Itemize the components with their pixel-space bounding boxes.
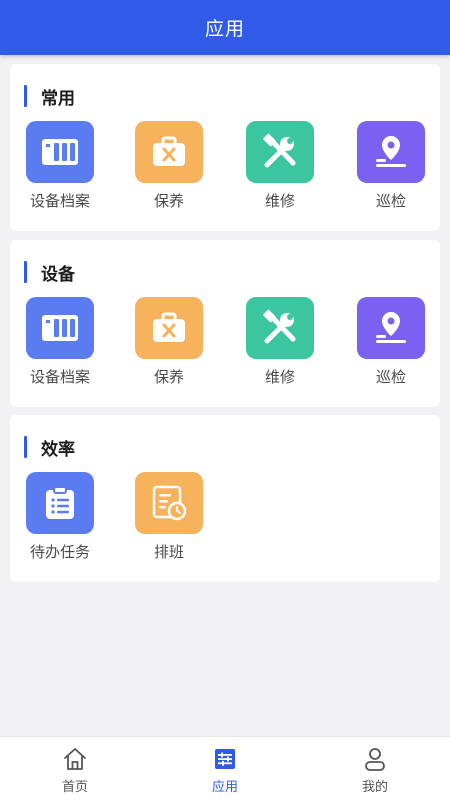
section-accent-bar (24, 85, 27, 107)
section-header: 效率 (24, 435, 75, 460)
tab-apps[interactable]: 应用 (150, 737, 300, 800)
section-efficiency: 效率 待办任务 排班 (10, 415, 440, 582)
tab-label: 首页 (61, 780, 88, 795)
patrol-location-icon (357, 121, 425, 183)
tab-label: 我的 (361, 780, 388, 795)
section-common: 常用 设备档案 保养 维修 巡检 (10, 64, 440, 231)
app-label: 巡检 (375, 368, 406, 386)
tab-home[interactable]: 首页 (0, 737, 150, 800)
app-repair[interactable]: 维修 (230, 297, 330, 397)
equipment-archive-icon (26, 121, 94, 183)
schedule-clock-icon (135, 472, 203, 534)
apps-menu-icon (212, 746, 238, 772)
section-header: 常用 (24, 84, 75, 109)
section-header: 设备 (24, 260, 75, 285)
app-label: 保养 (153, 192, 184, 210)
repair-tools-icon (246, 297, 314, 359)
app-maintenance[interactable]: 保养 (119, 121, 219, 221)
section-title: 设备 (41, 264, 75, 285)
app-label: 巡检 (375, 192, 406, 210)
section-accent-bar (24, 261, 27, 283)
app-label: 排班 (153, 543, 184, 561)
app-scheduling[interactable]: 排班 (119, 472, 219, 572)
app-maintenance[interactable]: 保养 (119, 297, 219, 397)
app-label: 设备档案 (29, 192, 90, 210)
bottom-tab-bar: 首页 应用 我的 (0, 736, 450, 800)
section-equipment: 设备 设备档案 保养 维修 巡检 (10, 240, 440, 407)
app-equipment-archive[interactable]: 设备档案 (10, 297, 110, 397)
repair-tools-icon (246, 121, 314, 183)
maintenance-toolbox-icon (135, 121, 203, 183)
app-todo-tasks[interactable]: 待办任务 (10, 472, 110, 572)
section-accent-bar (24, 436, 27, 458)
app-label: 待办任务 (29, 543, 90, 561)
tab-label: 应用 (211, 780, 238, 795)
section-title: 效率 (41, 439, 75, 460)
app-patrol[interactable]: 巡检 (341, 121, 441, 221)
app-equipment-archive[interactable]: 设备档案 (10, 121, 110, 221)
home-icon (62, 746, 88, 772)
app-label: 设备档案 (29, 368, 90, 386)
page-title: 应用 (204, 18, 245, 40)
app-label: 维修 (264, 368, 295, 386)
todo-clipboard-icon (26, 472, 94, 534)
app-header: 应用 (0, 0, 450, 55)
app-grid: 待办任务 排班 (10, 472, 440, 572)
maintenance-toolbox-icon (135, 297, 203, 359)
app-label: 维修 (264, 192, 295, 210)
app-label: 保养 (153, 368, 184, 386)
user-icon (362, 746, 388, 772)
app-grid: 设备档案 保养 维修 巡检 (10, 121, 440, 221)
app-patrol[interactable]: 巡检 (341, 297, 441, 397)
app-grid: 设备档案 保养 维修 巡检 (10, 297, 440, 397)
section-title: 常用 (41, 88, 75, 109)
patrol-location-icon (357, 297, 425, 359)
app-repair[interactable]: 维修 (230, 121, 330, 221)
equipment-archive-icon (26, 297, 94, 359)
tab-profile[interactable]: 我的 (300, 737, 450, 800)
